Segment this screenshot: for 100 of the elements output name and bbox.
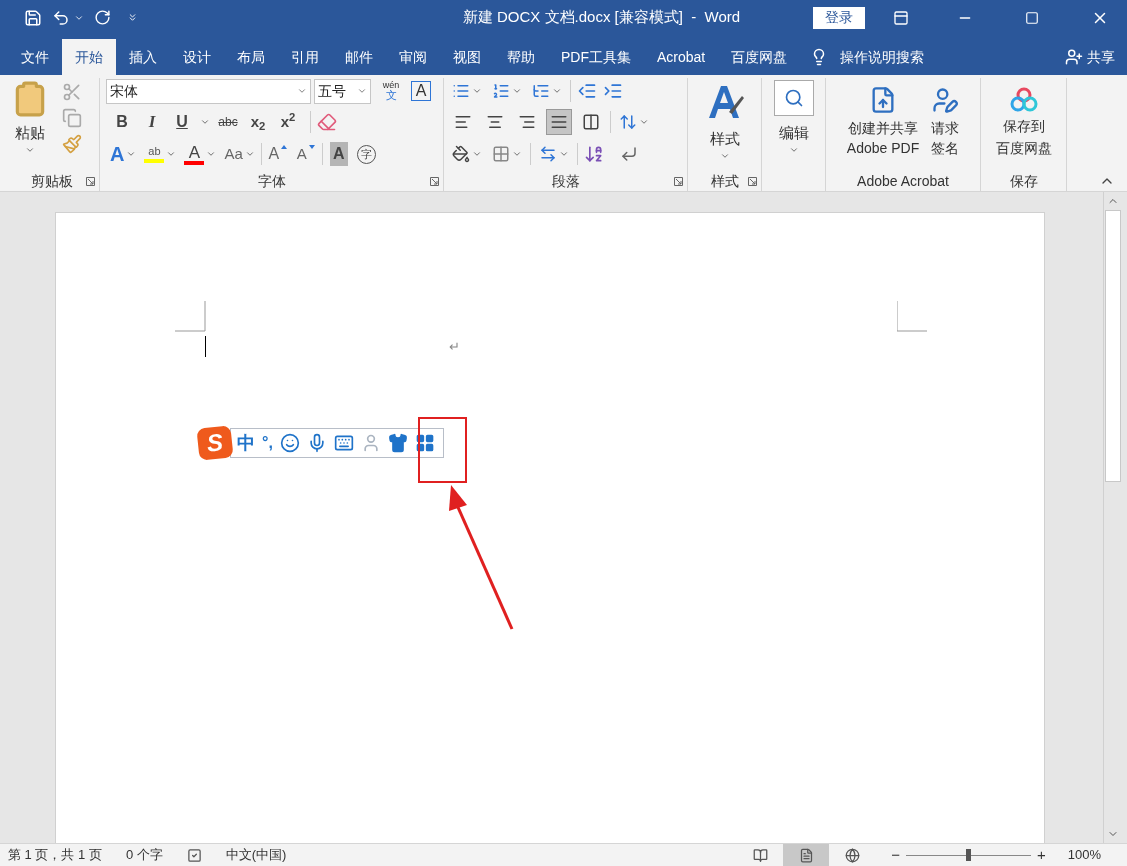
arrows-icon [539, 145, 557, 163]
ribbon-tab[interactable]: 插入 [116, 39, 170, 75]
format-button[interactable]: x$_{2}$ [246, 110, 270, 134]
ribbon-tab[interactable]: 布局 [224, 39, 278, 75]
ribbon-tab[interactable]: Acrobat [644, 39, 719, 75]
zoom-percent[interactable]: 100% [1067, 845, 1101, 865]
shirt-icon[interactable] [387, 433, 408, 453]
proofing-icon[interactable] [186, 847, 202, 863]
dialog-launcher-icon[interactable] [86, 177, 95, 186]
dialog-launcher-icon[interactable] [748, 177, 757, 186]
change-case-button[interactable]: Aa [222, 142, 257, 166]
caret-icon [166, 149, 177, 159]
format-button[interactable]: I [140, 110, 164, 134]
alignment-button[interactable] [546, 109, 572, 135]
caret-icon [472, 86, 482, 96]
font-name-field[interactable]: 宋体 [106, 78, 311, 104]
globe-icon [844, 847, 860, 863]
alignment-icon [582, 113, 600, 131]
vertical-scrollbar[interactable] [1103, 192, 1121, 843]
word-count[interactable]: 0 个字 [125, 845, 163, 865]
book-icon [752, 847, 768, 863]
undo-icon[interactable] [52, 8, 70, 27]
caret-icon [472, 149, 482, 159]
font-color-button[interactable]: A [182, 142, 219, 166]
text-cursor [205, 336, 206, 357]
language-toggle[interactable]: 中 [237, 429, 255, 457]
alignment-icon [454, 113, 472, 131]
user-plus-icon [1065, 48, 1083, 66]
view-button[interactable] [783, 844, 830, 866]
share-button[interactable]: 共享 [1065, 39, 1115, 75]
punctuation-toggle[interactable]: °, [262, 431, 273, 455]
ribbon-tab[interactable]: PDF工具集 [548, 39, 644, 75]
zoom-slider[interactable] [906, 849, 1031, 861]
login-button[interactable]: 登录 [813, 6, 865, 29]
tell-me-search[interactable]: 操作说明搜索 [840, 46, 925, 68]
window-title: 新建 DOCX 文档.docx [兼容模式] - Word [461, 7, 742, 28]
maximize-icon[interactable] [1025, 10, 1039, 25]
group-label: 段落 [551, 172, 580, 191]
increase-indent-icon[interactable] [603, 81, 623, 101]
alignment-icon [518, 113, 536, 131]
paste-button[interactable]: 粘贴 [4, 80, 56, 155]
grid-icon[interactable] [414, 433, 435, 453]
dialog-launcher-icon[interactable] [674, 177, 683, 186]
format-button[interactable]: x$^{2}$ [276, 110, 300, 134]
font-size-field[interactable]: 五号 [314, 78, 371, 104]
request-signature-button[interactable]: 请求 签名 [931, 86, 960, 158]
caret-icon [126, 149, 137, 159]
save-icon[interactable] [24, 8, 42, 27]
caret-icon [512, 86, 522, 96]
zoom-out-button[interactable]: − [891, 843, 900, 866]
highlight-button[interactable]: ab [142, 142, 179, 166]
ribbon-tab[interactable]: 审阅 [386, 39, 440, 75]
grid-icon [492, 145, 510, 163]
ribbon-tab[interactable]: 文件 [8, 39, 62, 75]
styles-button[interactable]: 样式 [688, 78, 761, 161]
sort-icon[interactable] [584, 144, 604, 164]
caret-icon [552, 86, 562, 96]
customize-toolbar-icon[interactable] [127, 12, 138, 23]
caret-icon [206, 149, 217, 159]
group-label: 样式 [710, 172, 739, 191]
zoom-in-button[interactable]: + [1037, 843, 1046, 866]
shrink-font-button[interactable]: A [293, 142, 318, 166]
caret-icon [244, 149, 255, 159]
ribbon-tab[interactable]: 视图 [440, 39, 494, 75]
caret-icon [297, 86, 307, 96]
text-effects-button[interactable]: A [108, 142, 139, 166]
search-icon [783, 88, 804, 108]
format-button[interactable]: U [170, 110, 194, 134]
dialog-launcher-icon[interactable] [430, 177, 439, 186]
return-arrow-icon[interactable] [620, 145, 638, 163]
ribbon-tab[interactable]: 设计 [170, 39, 224, 75]
create-pdf-button[interactable]: 创建并共享 Adobe PDF [846, 86, 920, 158]
ribbon-tab[interactable]: 邮件 [332, 39, 386, 75]
up-triangle-icon [281, 145, 288, 149]
ribbon-tab[interactable]: 开始 [62, 39, 116, 75]
phonetic-guide-button[interactable]: wén 文 [378, 81, 404, 101]
redo-icon[interactable] [94, 9, 111, 26]
ribbon-tab[interactable]: 帮助 [494, 39, 548, 75]
save-to-cloud-button[interactable]: 保存到 百度网盘 [981, 78, 1066, 158]
group-label: 剪贴板 [30, 172, 73, 191]
format-button[interactable]: abc [216, 110, 240, 134]
page-count[interactable]: 第 1 页，共 1 页 [8, 845, 102, 865]
ribbon-tab[interactable]: 百度网盘 [718, 39, 801, 75]
ribbon-tab[interactable]: 引用 [278, 39, 332, 75]
margin-corner-mark [175, 301, 206, 332]
editing-button[interactable]: 编辑 [762, 78, 825, 155]
smiley-icon[interactable] [279, 433, 300, 453]
clear-formatting-icon[interactable] [317, 112, 337, 132]
grow-font-button[interactable]: A [265, 142, 290, 166]
alignment-icon [486, 113, 504, 131]
format-button[interactable]: B [110, 110, 134, 134]
ribbon-display-icon[interactable] [893, 9, 909, 26]
keyboard-icon[interactable] [333, 433, 354, 453]
line-spacing-icon [619, 113, 637, 131]
character-border-button[interactable]: A [411, 81, 431, 101]
page-icon [798, 847, 814, 863]
alignment-icon [550, 113, 568, 131]
language-indicator[interactable]: 中文(中国) [225, 845, 287, 865]
scroll-thumb[interactable] [1104, 210, 1121, 482]
decrease-indent-icon[interactable] [577, 81, 597, 101]
